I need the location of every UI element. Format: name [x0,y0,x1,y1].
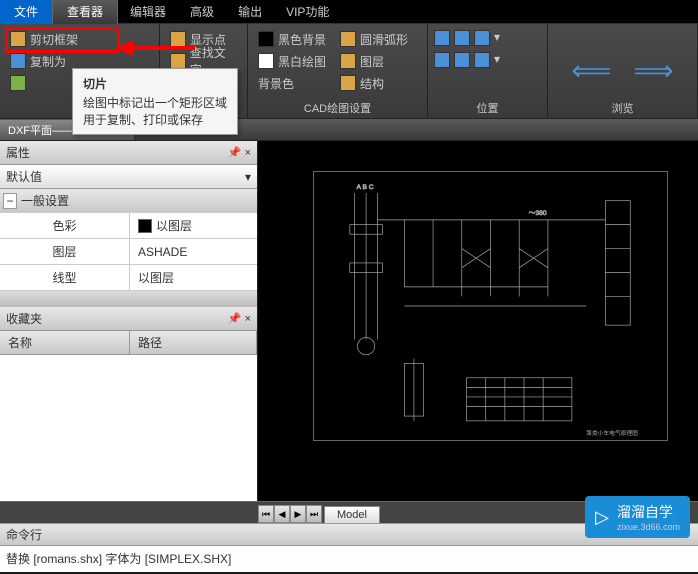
tooltip-line2: 用于复制、打印或保存 [83,111,227,128]
left-panel: 属性 📌 × 默认值 ▾ − 一般设置 色彩 以图层 图层 ASHADE 线型 … [0,141,258,501]
smooth-arc-button[interactable]: 圆滑弧形 [336,28,412,50]
chevron-down-icon: ▾ [245,170,251,184]
layer-button[interactable]: 图层 [336,50,412,72]
arrow-right-icon: ⟹ [634,54,674,87]
collapse-icon[interactable]: − [3,193,17,209]
watermark: ▷ 溜溜自学 zixue.3d66.com [585,496,690,538]
prop-row-layer[interactable]: 图层 ASHADE [0,239,257,265]
zoom-dropdown-icon[interactable]: ▾ [494,30,500,46]
linetype-key: 线型 [0,265,130,290]
tooltip-title: 切片 [83,75,227,92]
structure-icon [340,75,356,91]
bg-color-button[interactable]: 背景色 [254,72,330,94]
arrow-left-icon: ⟸ [571,54,611,87]
favorites-list [0,355,257,501]
bg-color-label: 背景色 [258,75,294,92]
black-bg-icon [258,31,274,47]
bw-label: 黑白绘图 [278,53,326,70]
copy-as-icon [10,75,26,91]
menu-vip[interactable]: VIP功能 [274,3,341,20]
next-button[interactable]: ⟹ [628,34,680,106]
color-swatch [138,219,152,233]
layer-key: 图层 [0,239,130,264]
black-bg-label: 黑色背景 [278,31,326,48]
model-tab[interactable]: Model [324,506,380,523]
zoom-in-icon[interactable] [454,30,470,46]
copy-pic-label: 复制为 [30,53,66,70]
schematic-drawing: A B C ～380 [314,172,667,440]
cad-group-label: CAD绘图设置 [248,100,427,116]
menu-advanced[interactable]: 高级 [178,3,226,20]
menu-file[interactable]: 文件 [0,0,52,24]
find-icon [170,53,186,69]
prev-button[interactable]: ⟸ [565,34,617,106]
command-text[interactable]: 替换 [romans.shx] 字体为 [SIMPLEX.SHX] [0,546,698,572]
structure-label: 结构 [360,75,384,92]
nav-first-icon[interactable]: ⏮ [258,505,274,523]
copy-bmp-icon [10,53,26,69]
default-label: 默认值 [6,168,42,185]
default-dropdown[interactable]: 默认值 ▾ [0,165,257,189]
properties-header: 属性 📌 × [0,141,257,165]
fav-col-path[interactable]: 路径 [130,331,257,354]
linetype-val: 以图层 [130,265,257,290]
crop-label: 剪切框架 [30,31,78,48]
bw-draw-button[interactable]: 黑白绘图 [254,50,330,72]
bw-icon [258,53,274,69]
menu-viewer[interactable]: 查看器 [52,0,118,24]
color-val: 以图层 [156,217,192,234]
main-area: 属性 📌 × 默认值 ▾ − 一般设置 色彩 以图层 图层 ASHADE 线型 … [0,141,698,501]
favorites-header: 收藏夹 📌 × [0,307,257,331]
tooltip: 切片 绘图中标记出一个矩形区域 用于复制、打印或保存 [72,68,238,135]
zoom-out-icon[interactable] [454,52,470,68]
position-group-label: 位置 [428,100,547,116]
nav-last-icon[interactable]: ⏭ [306,505,322,523]
black-bg-button[interactable]: 黑色背景 [254,28,330,50]
zoom-fit-icon[interactable] [474,52,490,68]
tooltip-line1: 绘图中标记出一个矩形区域 [83,94,227,111]
zoom-extend-icon[interactable] [434,30,450,46]
nav-next-icon[interactable]: ▶ [290,505,306,523]
scroll-gap [0,291,257,307]
properties-title: 属性 [6,144,30,161]
pan-icon[interactable] [434,52,450,68]
favorites-title: 收藏夹 [6,310,42,327]
layer-label: 图层 [360,53,384,70]
zoom-window-icon[interactable] [474,30,490,46]
model-nav: ⏮ ◀ ▶ ⏭ [258,505,322,523]
arc-label: 圆滑弧形 [360,31,408,48]
fav-pin-icon[interactable]: 📌 × [228,312,251,325]
menubar: 文件 查看器 编辑器 高级 输出 VIP功能 [0,0,698,24]
general-section[interactable]: − 一般设置 [0,189,257,213]
crop-icon [10,31,26,47]
browse-group-label: 浏览 [548,100,697,116]
label-380: ～380 [529,210,547,217]
pin-icon[interactable]: 📌 × [228,146,251,159]
structure-button[interactable]: 结构 [336,72,412,94]
fav-col-name[interactable]: 名称 [0,331,130,354]
watermark-brand: 溜溜自学 [617,502,680,522]
prop-row-linetype[interactable]: 线型 以图层 [0,265,257,291]
favorites-columns: 名称 路径 [0,331,257,355]
color-key: 色彩 [0,213,130,238]
menu-editor[interactable]: 编辑器 [118,3,178,20]
label-abc: A B C [357,184,374,191]
play-icon: ▷ [595,507,609,528]
general-label: 一般设置 [21,192,69,209]
drawing-caption: 泵类小车电气原理图 [586,429,638,437]
arc-icon [340,31,356,47]
drawing-canvas[interactable]: A B C ～380 [258,141,698,501]
watermark-url: zixue.3d66.com [617,522,680,532]
layer-val: ASHADE [130,239,257,264]
zoom-dropdown2-icon[interactable]: ▾ [494,52,500,68]
crop-frame-button[interactable]: 剪切框架 [6,28,153,50]
layer-icon [340,53,356,69]
drawing-border: A B C ～380 [313,171,668,441]
point-icon [170,31,186,47]
menu-output[interactable]: 输出 [226,3,274,20]
prop-row-color[interactable]: 色彩 以图层 [0,213,257,239]
nav-prev-icon[interactable]: ◀ [274,505,290,523]
